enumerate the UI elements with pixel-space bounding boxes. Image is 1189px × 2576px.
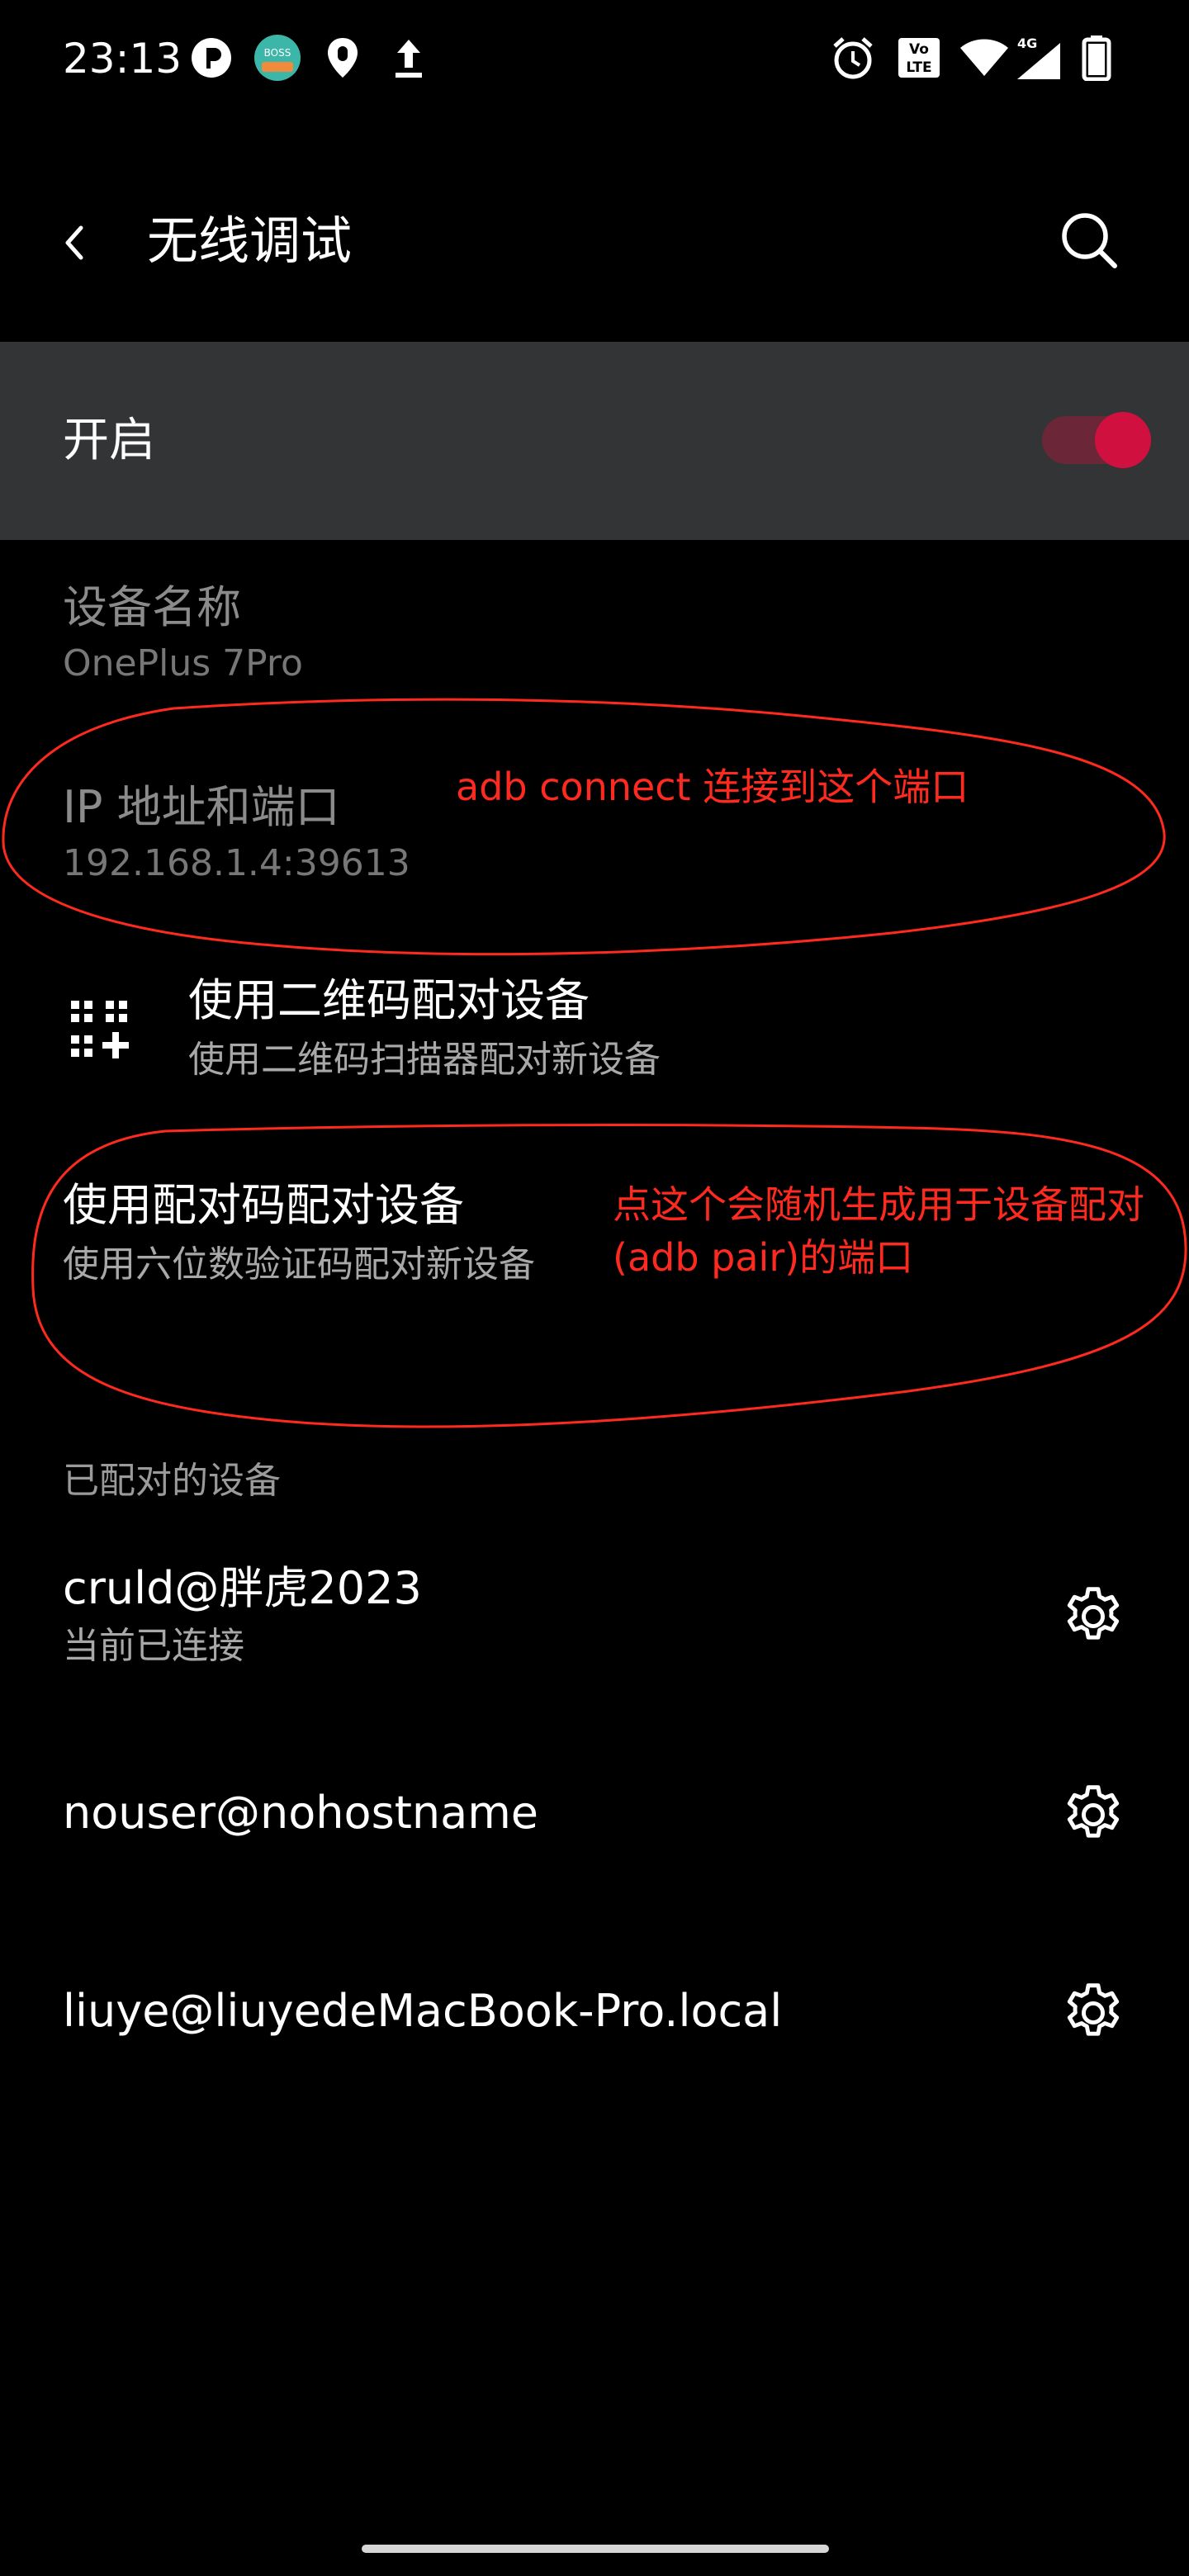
battery-icon (1080, 33, 1113, 83)
pair-annotation-line1: 点这个会随机生成用于设备配对 (613, 1182, 1144, 1227)
p-notification-icon (188, 33, 234, 83)
paired-devices-header: 已配对的设备 (63, 1460, 281, 1502)
upload-icon (388, 33, 429, 83)
back-arrow-icon (65, 225, 83, 260)
device-settings-button[interactable] (1059, 1582, 1128, 1651)
page-title: 无线调试 (147, 211, 353, 271)
status-time: 23:13 (63, 35, 182, 83)
device-settings-button[interactable] (1059, 1978, 1128, 2048)
device-name-title: 设备名称 (63, 581, 241, 633)
boss-app-icon: BOSS (253, 33, 302, 83)
volte-icon: Vo LTE (895, 33, 943, 83)
paired-device-name: liuye@liuyedeMacBook-Pro.local (63, 1985, 783, 2037)
qr-pair-title: 使用二维码配对设备 (188, 974, 590, 1026)
pair-annotation-line2: (adb pair)的端口 (613, 1235, 914, 1280)
gesture-navigation-bar[interactable] (362, 2545, 829, 2553)
back-button[interactable] (58, 211, 104, 274)
paired-device-name: nouser@nohostname (63, 1787, 539, 1839)
ip-annotation-text: adb connect 连接到这个端口 (456, 765, 969, 809)
signal-4g-icon: 4G (1012, 33, 1065, 83)
toggle-switch-thumb (1095, 412, 1151, 468)
pair-annotation-ellipse (31, 1124, 1187, 1428)
device-name-item: 设备名称 OnePlus 7Pro (0, 570, 1189, 702)
location-pin-icon (322, 33, 363, 83)
ip-annotation-ellipse (2, 698, 1166, 956)
search-icon (1062, 213, 1117, 268)
device-settings-button[interactable] (1059, 1780, 1128, 1849)
svg-text:LTE: LTE (906, 59, 931, 76)
gear-icon (1067, 1587, 1120, 1640)
qr-code-icon (71, 1001, 129, 1058)
paired-device-row[interactable]: nouser@nohostname (0, 1750, 1189, 1882)
qr-pair-subtitle: 使用二维码扫描器配对新设备 (188, 1039, 661, 1081)
device-name-value: OnePlus 7Pro (63, 642, 303, 684)
svg-text:Vo: Vo (909, 41, 929, 58)
search-button[interactable] (1057, 208, 1121, 272)
gear-icon (1067, 1983, 1120, 2036)
paired-device-row[interactable]: liuye@liuyedeMacBook-Pro.local (0, 1949, 1189, 2081)
wireless-debugging-toggle-row[interactable] (0, 342, 1189, 540)
wifi-icon (958, 33, 1011, 83)
paired-device-status: 当前已连接 (63, 1625, 244, 1667)
paired-device-row[interactable]: cruld@胖虎2023 当前已连接 (0, 1536, 1189, 1701)
svg-text:4G: 4G (1017, 36, 1037, 51)
paired-device-name: cruld@胖虎2023 (63, 1562, 422, 1614)
alarm-icon (829, 33, 877, 83)
toggle-label: 开启 (63, 414, 155, 467)
svg-text:BOSS: BOSS (264, 47, 291, 59)
qr-pair-item[interactable]: 使用二维码配对设备 使用二维码扫描器配对新设备 (0, 966, 1189, 1115)
gear-icon (1067, 1785, 1120, 1838)
